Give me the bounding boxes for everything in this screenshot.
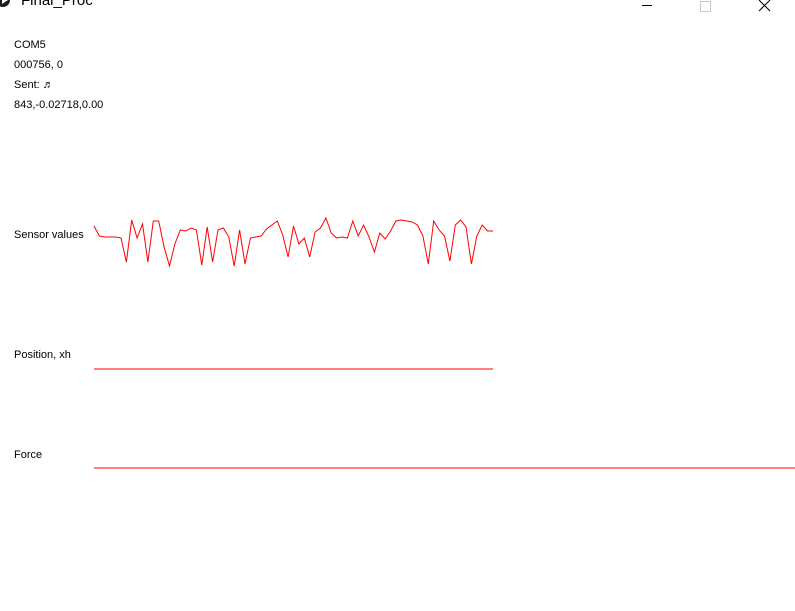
processing-play-icon — [0, 0, 10, 7]
minimize-icon — [642, 5, 652, 6]
minimize-button[interactable] — [624, 0, 670, 12]
close-button[interactable] — [741, 0, 787, 12]
sent-text: Sent: ♬ — [14, 79, 54, 91]
title-bar: Final_Proc — [0, 0, 795, 12]
maximize-button[interactable] — [682, 0, 728, 12]
close-icon — [758, 0, 771, 12]
window-title: Final_Proc — [21, 0, 93, 9]
maximize-icon — [700, 1, 711, 12]
sensor-values-trace — [93, 216, 493, 268]
position-label: Position, xh — [14, 349, 71, 361]
serial-port-label: COM5 — [14, 39, 46, 51]
values-line-text: 843,-0.02718,0.00 — [14, 99, 104, 111]
plots-canvas — [93, 216, 795, 469]
serial-reading-text: 000756, 0 — [14, 59, 63, 71]
sensor-values-label: Sensor values — [14, 229, 84, 241]
force-label: Force — [14, 449, 43, 461]
